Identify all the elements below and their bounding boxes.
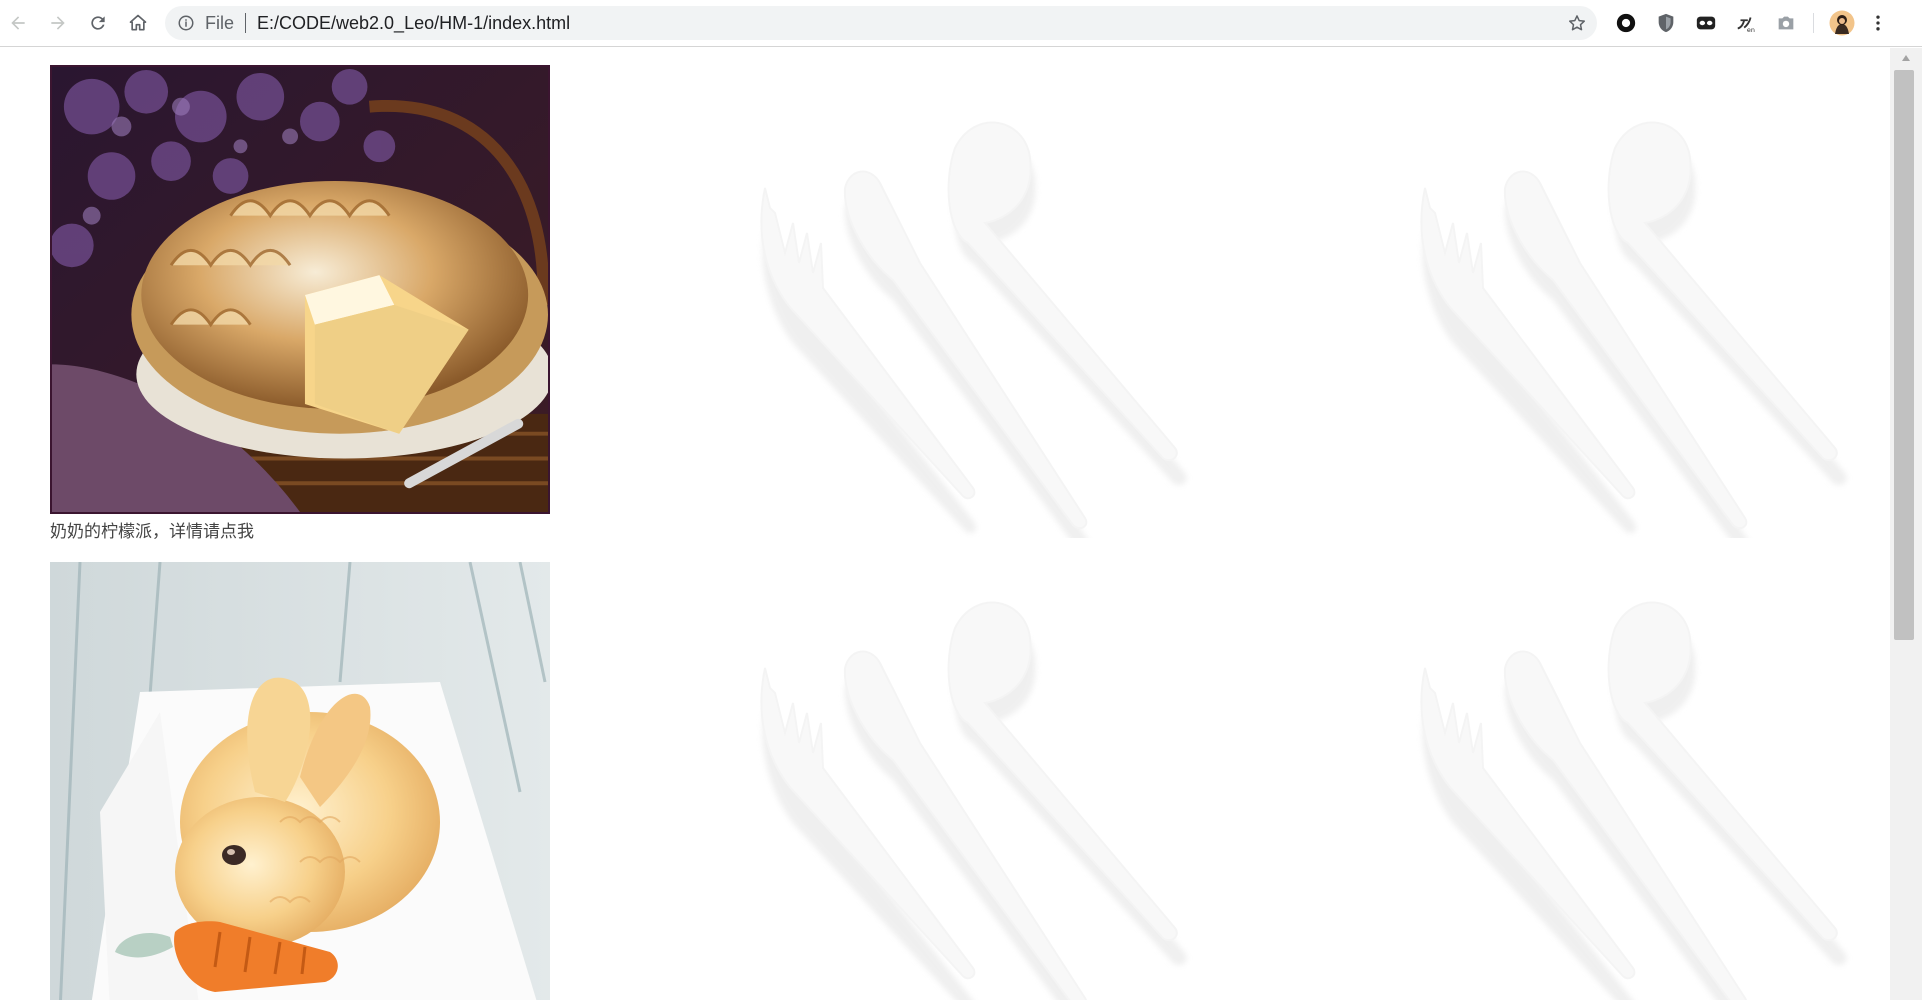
address-bar[interactable]: File E:/CODE/web2.0_Leo/HM-1/index.html (165, 6, 1597, 40)
bunny-dessert-photo[interactable] (50, 562, 550, 1000)
page-viewport: 奶奶的柠檬派，详情请点我 (0, 48, 1890, 1000)
menu-button[interactable] (1868, 8, 1888, 38)
translate-extension-icon[interactable]: en (1735, 12, 1757, 34)
back-button[interactable] (3, 8, 33, 38)
mask-extension-icon[interactable] (1695, 12, 1717, 34)
home-button[interactable] (123, 8, 153, 38)
arrow-right-icon (51, 16, 65, 30)
food-item-lemon-pie[interactable]: 奶奶的柠檬派，详情请点我 (50, 65, 550, 542)
cutlery-background-icon (750, 78, 1210, 554)
toolbar-divider (1813, 13, 1814, 33)
info-icon[interactable] (177, 14, 195, 32)
lemon-pie-caption-link[interactable]: 奶奶的柠檬派，详情请点我 (50, 522, 550, 542)
camera-extension-icon[interactable] (1775, 12, 1797, 34)
home-icon (129, 14, 147, 31)
url-scheme: File (205, 13, 235, 33)
url-text[interactable]: E:/CODE/web2.0_Leo/HM-1/index.html (257, 14, 570, 32)
vertical-scrollbar[interactable] (1890, 48, 1922, 1000)
avatar[interactable] (1829, 10, 1855, 36)
scrollbar-thumb[interactable] (1894, 70, 1914, 640)
kebab-menu-icon (1876, 15, 1880, 31)
food-item-bunny[interactable] (50, 562, 550, 1000)
url-separator (245, 13, 246, 33)
bookmark-star-icon[interactable] (1567, 13, 1587, 33)
lemon-pie-photo[interactable] (50, 65, 550, 514)
svg-text:en: en (1747, 26, 1755, 34)
cutlery-background-icon (750, 558, 1210, 1000)
reload-button[interactable] (83, 8, 113, 38)
reload-icon (91, 16, 105, 30)
cutlery-background-icon (1410, 558, 1870, 1000)
browser-toolbar: File E:/CODE/web2.0_Leo/HM-1/index.html … (0, 0, 1922, 47)
scroll-up-arrow-icon[interactable] (1890, 48, 1922, 68)
forward-button[interactable] (43, 8, 73, 38)
circle-extension-icon[interactable] (1615, 12, 1637, 34)
arrow-left-icon (11, 16, 25, 30)
shield-extension-icon[interactable] (1655, 12, 1677, 34)
cutlery-background-icon (1410, 78, 1870, 554)
